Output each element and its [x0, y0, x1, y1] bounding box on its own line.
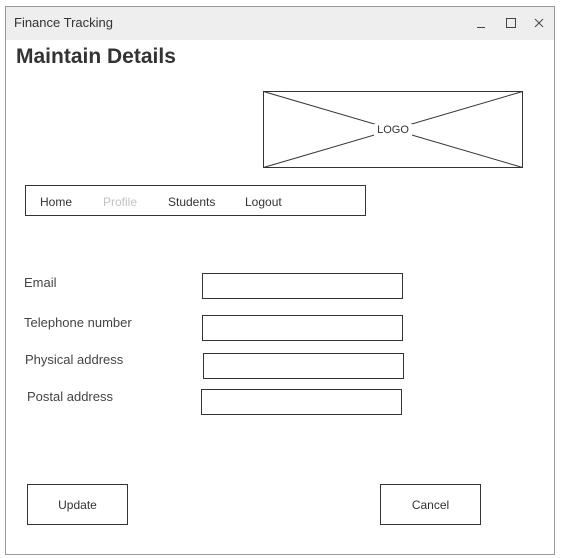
app-window: Finance Tracking Maintain Details LOGO H…: [5, 6, 555, 555]
nav-item-students[interactable]: Students: [168, 195, 215, 209]
maximize-button[interactable]: [501, 12, 521, 34]
email-label: Email: [24, 275, 57, 290]
maximize-icon: [506, 18, 516, 28]
telephone-field[interactable]: [202, 315, 403, 341]
close-icon: [534, 18, 544, 28]
title-bar[interactable]: Finance Tracking: [6, 7, 554, 40]
cancel-button[interactable]: Cancel: [380, 484, 481, 525]
logo-label: LOGO: [374, 123, 412, 136]
postal-address-field[interactable]: [201, 389, 402, 415]
logo-placeholder: LOGO: [263, 91, 523, 168]
nav-item-profile: Profile: [103, 195, 138, 209]
postal-address-label: Postal address: [27, 389, 113, 404]
nav-item-logout[interactable]: Logout: [245, 195, 282, 209]
nav-bar: Home Profile Students Logout: [25, 185, 366, 216]
close-button[interactable]: [529, 12, 549, 34]
update-button-label: Update: [58, 497, 97, 512]
telephone-label: Telephone number: [24, 315, 132, 330]
email-field[interactable]: [202, 273, 403, 299]
physical-address-label: Physical address: [25, 352, 124, 367]
cancel-button-label: Cancel: [411, 497, 450, 512]
window-title: Finance Tracking: [14, 15, 113, 30]
minimize-icon: [477, 27, 485, 28]
update-button[interactable]: Update: [27, 484, 128, 525]
nav-item-home[interactable]: Home: [40, 195, 72, 209]
physical-address-field[interactable]: [203, 353, 404, 379]
page-title: Maintain Details: [16, 45, 176, 68]
minimize-button[interactable]: [471, 12, 491, 34]
